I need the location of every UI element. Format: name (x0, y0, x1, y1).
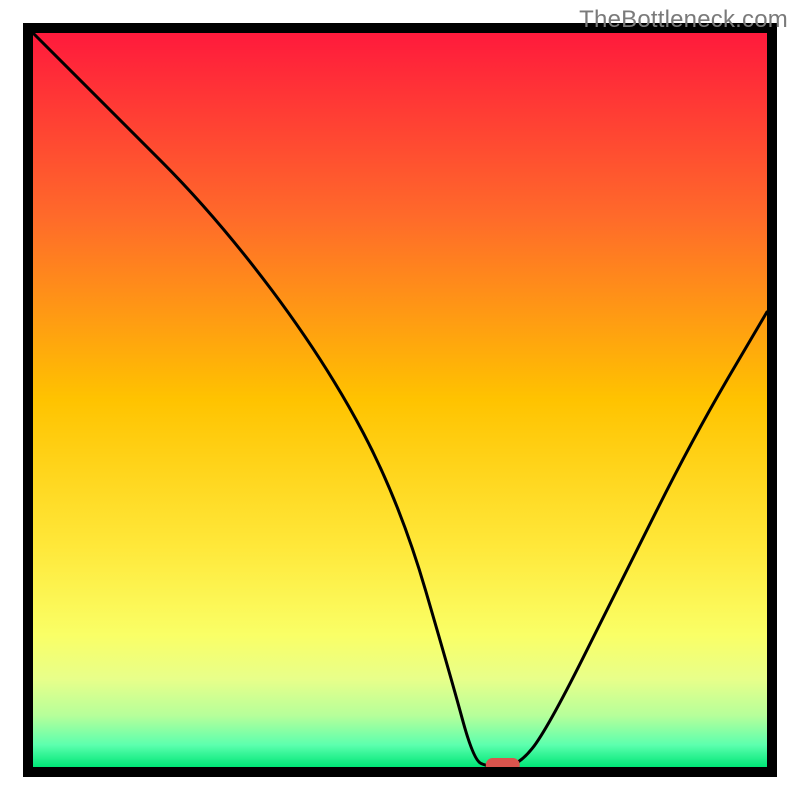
bottleneck-chart (0, 0, 800, 800)
chart-container: TheBottleneck.com (0, 0, 800, 800)
watermark-text: TheBottleneck.com (579, 6, 788, 34)
